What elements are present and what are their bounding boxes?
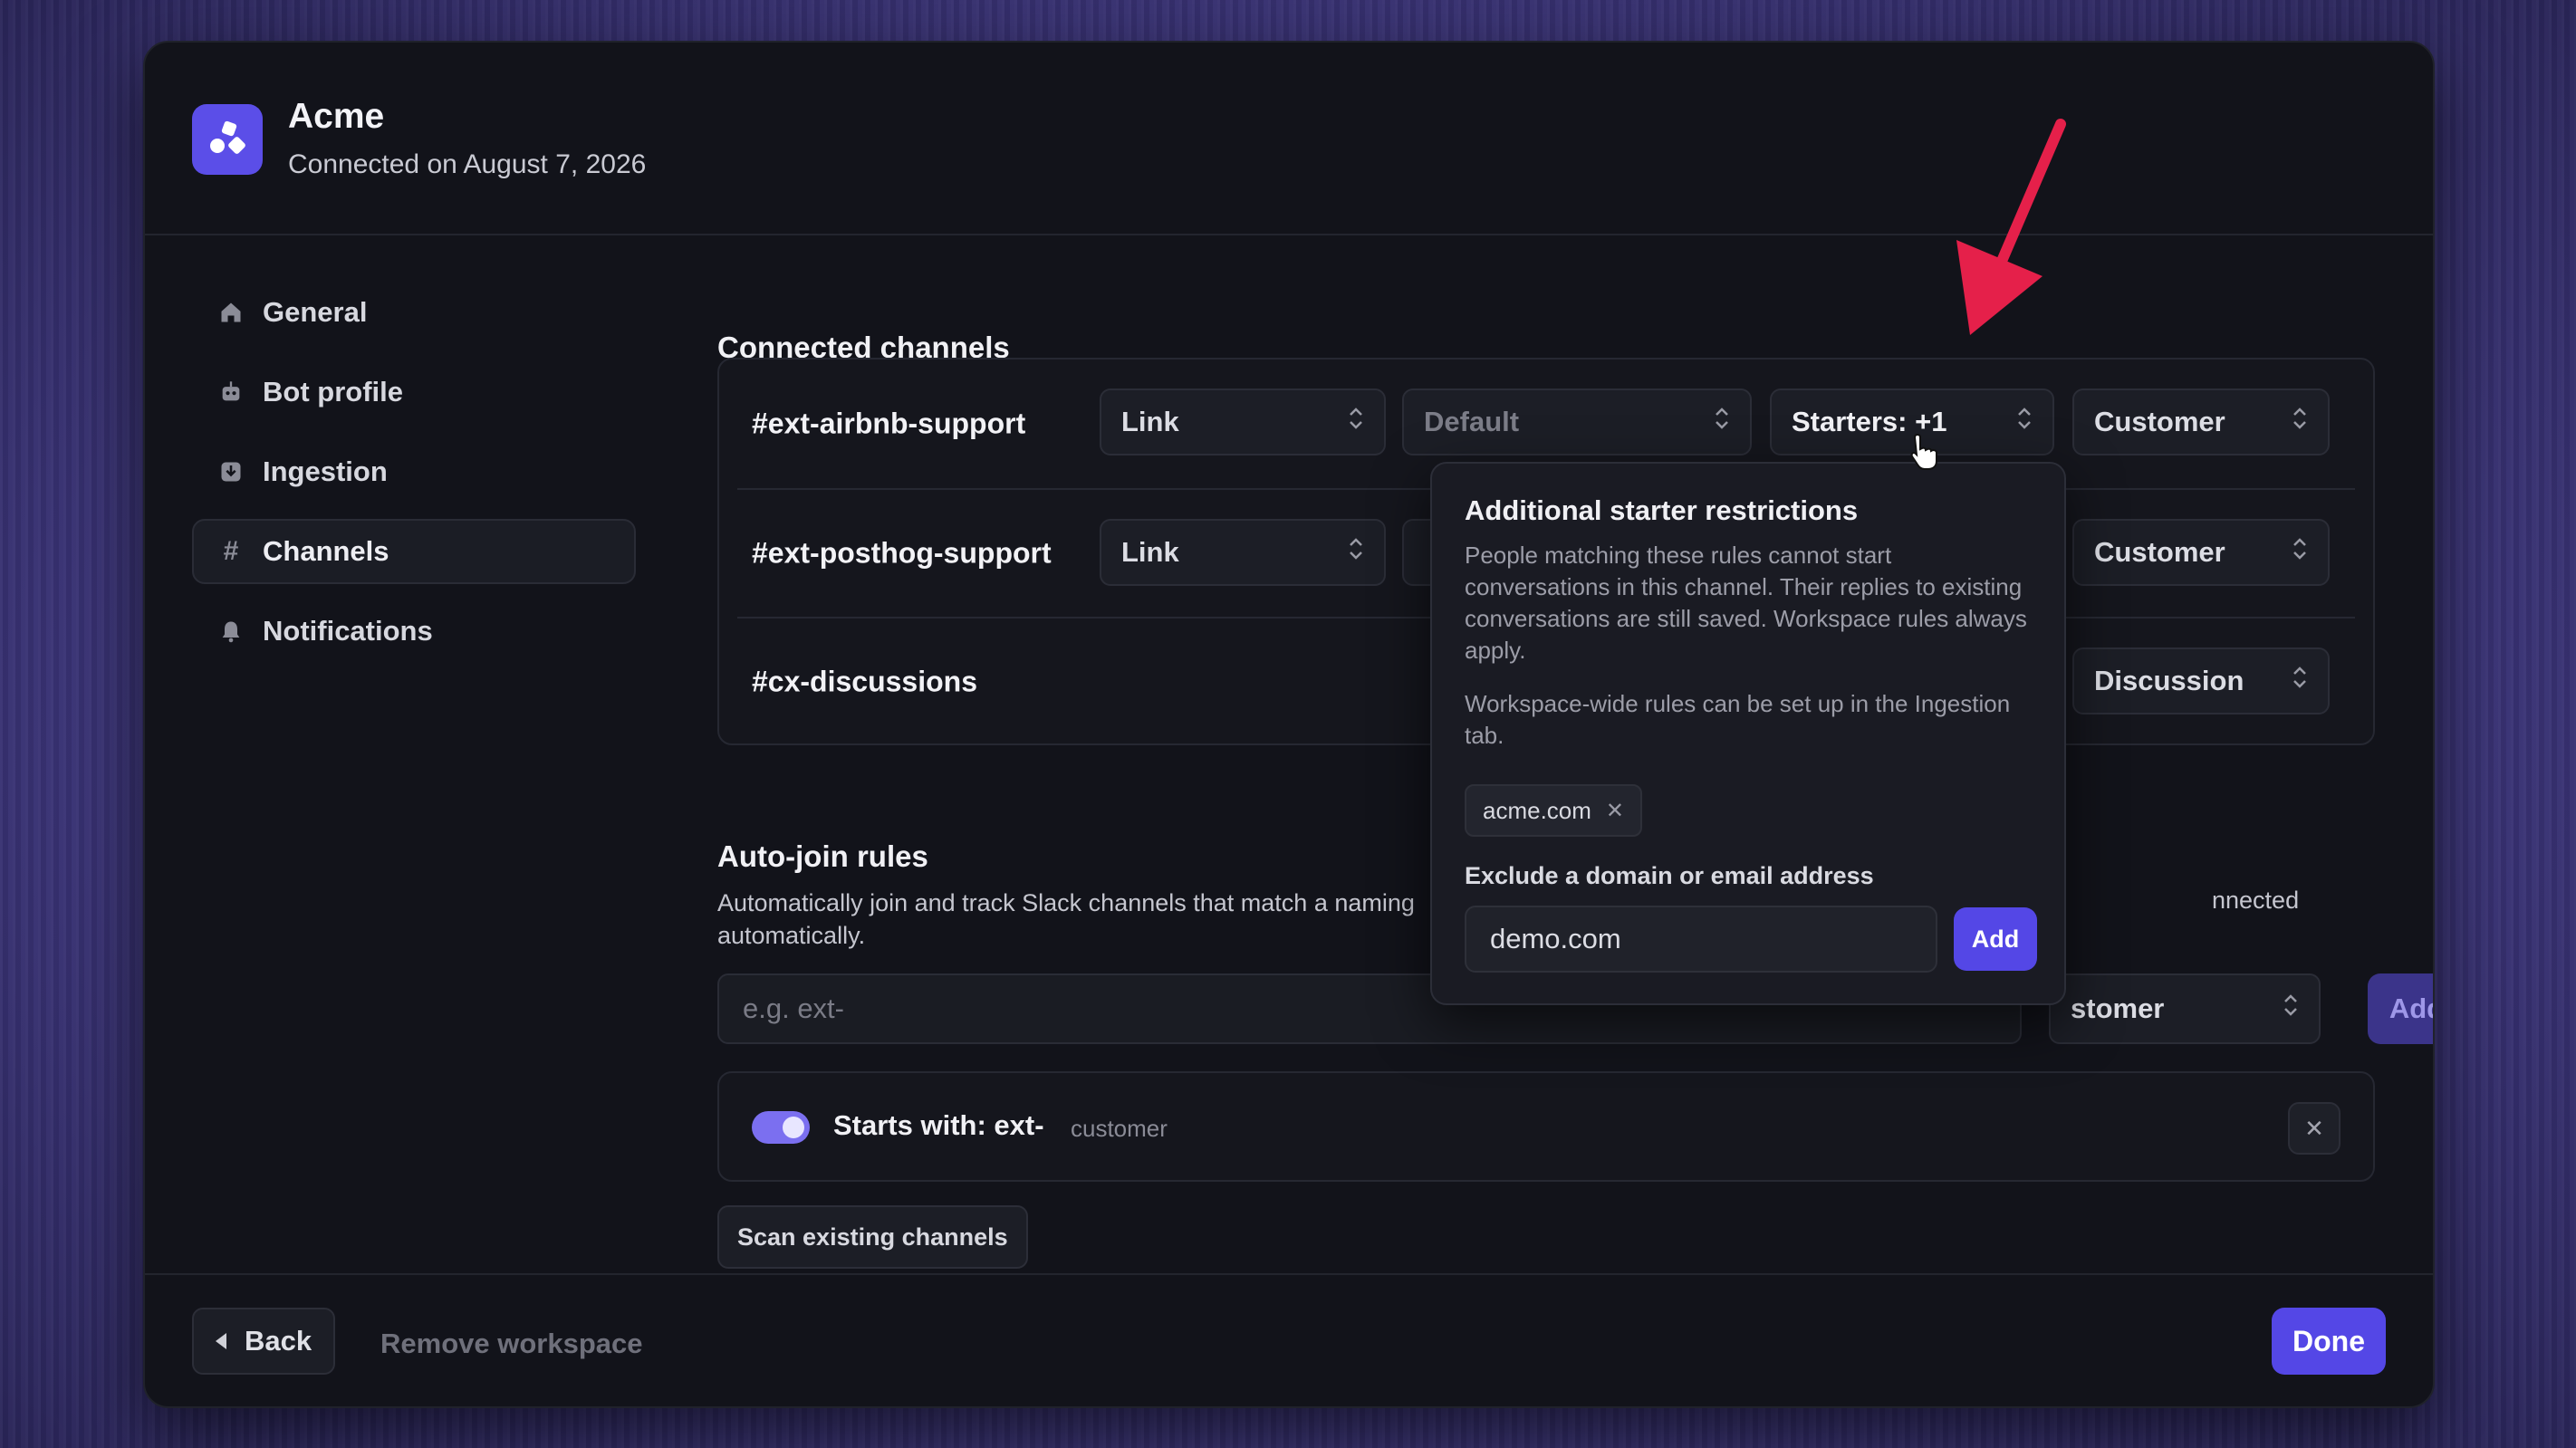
sidebar-item-general[interactable]: General — [192, 280, 636, 345]
select-value: Link — [1121, 406, 1179, 437]
scan-channels-button[interactable]: Scan existing channels — [717, 1205, 1028, 1269]
channel-mode-select[interactable]: Link — [1100, 388, 1386, 455]
auto-join-type-select[interactable]: stomer — [2049, 973, 2321, 1044]
caret-left-icon — [216, 1333, 226, 1349]
chevron-updown-icon — [2292, 665, 2308, 697]
sidebar-item-label: General — [263, 296, 368, 328]
select-value: Customer — [2094, 536, 2225, 568]
channel-type-select[interactable]: Customer — [2072, 519, 2330, 586]
chevron-updown-icon — [1714, 406, 1730, 438]
sidebar-item-label: Notifications — [263, 615, 433, 647]
back-button[interactable]: Back — [192, 1308, 336, 1375]
bot-icon — [216, 377, 246, 408]
select-value: Link — [1121, 536, 1179, 568]
select-value: Customer — [2094, 406, 2225, 437]
starter-restrictions-popover: Additional starter restrictions People m… — [1430, 462, 2066, 1005]
chevron-updown-icon — [2016, 406, 2033, 438]
sidebar-item-label: Bot profile — [263, 376, 403, 408]
back-label: Back — [245, 1325, 312, 1357]
channel-name: #cx-discussions — [752, 665, 977, 698]
remove-workspace-button[interactable]: Remove workspace — [380, 1328, 642, 1360]
shapes-icon — [192, 104, 263, 175]
select-value: Discussion — [2094, 665, 2244, 696]
exclude-input-label: Exclude a domain or email address — [1465, 862, 1874, 889]
channel-name: #ext-posthog-support — [752, 536, 1052, 570]
chevron-updown-icon — [2292, 536, 2308, 569]
excluded-domain-chip: acme.com ✕ — [1465, 784, 1643, 837]
sidebar-item-notifications[interactable]: Notifications — [192, 599, 636, 664]
annotation-arrow-icon — [1956, 119, 2066, 335]
home-icon — [216, 297, 246, 328]
select-value: Default — [1424, 406, 1520, 437]
settings-sidebar: General Bot profile Ingestion # Channels… — [192, 280, 636, 678]
sidebar-item-label: Channels — [263, 535, 389, 567]
rule-type-tag: customer — [1071, 1115, 1168, 1142]
chevron-updown-icon — [1348, 406, 1364, 438]
channel-type-select[interactable]: Discussion — [2072, 647, 2330, 714]
auto-join-title: Auto-join rules — [717, 839, 928, 873]
auto-join-add-button[interactable]: Add — [2368, 973, 2433, 1044]
sidebar-item-ingestion[interactable]: Ingestion — [192, 439, 636, 504]
auto-join-rule-row: Starts with: ext- customer ✕ — [717, 1071, 2375, 1182]
close-icon[interactable]: ✕ — [1606, 798, 1624, 824]
ingestion-icon — [216, 456, 246, 487]
workspace-name: Acme — [288, 97, 385, 136]
pointer-cursor-icon — [1910, 433, 1937, 470]
sidebar-item-bot-profile[interactable]: Bot profile — [192, 360, 636, 425]
done-button[interactable]: Done — [2272, 1308, 2386, 1375]
sidebar-item-channels[interactable]: # Channels — [192, 519, 636, 584]
popover-title: Additional starter restrictions — [1465, 494, 1859, 526]
bell-icon — [216, 616, 246, 647]
dialog-footer: Back Remove workspace Done — [145, 1273, 2433, 1406]
channel-name: #ext-airbnb-support — [752, 407, 1026, 440]
workspace-connected-date: Connected on August 7, 2026 — [288, 149, 647, 179]
rule-enabled-toggle[interactable] — [752, 1111, 810, 1144]
exclude-domain-input[interactable]: demo.com — [1465, 906, 1937, 973]
hash-icon: # — [223, 536, 239, 566]
close-icon[interactable]: ✕ — [2288, 1102, 2341, 1155]
select-value: stomer — [2071, 993, 2165, 1024]
exclude-add-button[interactable]: Add — [1954, 907, 2037, 971]
chevron-updown-icon — [2292, 406, 2308, 438]
channel-default-select[interactable]: Default — [1402, 388, 1752, 455]
chevron-updown-icon — [1348, 536, 1364, 569]
chip-label: acme.com — [1483, 796, 1591, 824]
channel-type-select[interactable]: Customer — [2072, 388, 2330, 455]
popover-note: Workspace-wide rules can be set up in th… — [1465, 690, 2011, 749]
sidebar-item-label: Ingestion — [263, 455, 388, 487]
auto-join-description-tail: nnected — [2212, 887, 2300, 914]
rule-label: Starts with: ext- — [833, 1109, 1044, 1141]
channel-mode-select[interactable]: Link — [1100, 519, 1386, 586]
chevron-updown-icon — [2283, 993, 2299, 1025]
popover-description: People matching these rules cannot start… — [1465, 542, 2027, 664]
